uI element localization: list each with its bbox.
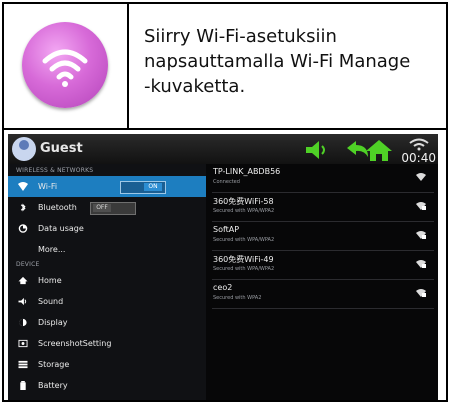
storage-icon [18,360,28,369]
sidebar-item-storage[interactable]: Storage [8,354,206,375]
sidebar-item-data-usage[interactable]: Data usage [8,218,206,239]
sidebar-item-label: Wi-Fi [38,182,58,191]
sidebar-item-more[interactable]: More... [8,239,206,260]
network-status: Secured with WPA/WPA2 [213,208,275,214]
wifi-lock-icon [416,289,426,297]
user-name: Guest [40,141,83,156]
icon-cell [4,4,129,128]
battery-icon [20,381,26,390]
wifi-icon [18,182,28,191]
sidebar-item-battery[interactable]: Battery [8,375,206,396]
bluetooth-toggle[interactable]: OFF [90,202,136,215]
toggle-state: OFF [93,204,111,212]
sidebar-item-label: More... [38,245,66,254]
wifi-lock-icon [416,260,426,268]
android-settings-screenshot: Guest 00:40 WIRELESS & NETWORKS Wi-Fi ON… [8,134,438,400]
sidebar-item-screenshot[interactable]: ScreenshotSetting [8,333,206,354]
sidebar-item-label: Sound [38,297,64,306]
wifi-lock-icon [416,231,426,239]
bluetooth-icon [20,203,26,212]
network-item[interactable]: 360免费WiFi-58 Secured with WPA/WPA2 [212,193,434,222]
wifi-toggle[interactable]: ON [120,181,166,194]
volume-icon[interactable] [304,138,330,162]
instruction-text: Siirry Wi-Fi-asetuksiin napsauttamalla W… [144,24,442,99]
home-nav-icon[interactable] [364,138,394,162]
screenshot-icon [18,339,28,348]
sidebar-item-bluetooth[interactable]: Bluetooth OFF [8,197,206,218]
wifi-status-icon [409,138,429,151]
sidebar-item-label: Storage [38,360,70,369]
settings-sidebar: WIRELESS & NETWORKS Wi-Fi ON Bluetooth O… [8,164,206,400]
home-icon [18,276,28,285]
sidebar-item-label: Bluetooth [38,203,77,212]
network-item[interactable]: TP-LINK_ABDB56 Connected [212,164,434,193]
network-item[interactable]: ceo2 Secured with WPA2 [212,280,434,309]
network-item[interactable]: SoftAP Secured with WPA/WPA2 [212,222,434,251]
sidebar-item-display[interactable]: Display [8,312,206,333]
section-device: DEVICE [16,261,40,268]
network-name: ceo2 [213,283,233,292]
wifi-symbol-icon [42,49,88,87]
network-status: Secured with WPA/WPA2 [213,266,275,272]
network-name: 360免费WiFi-49 [213,255,274,264]
display-icon [19,318,27,327]
instruction-line: -kuvaketta. [144,76,246,97]
data-usage-icon [18,224,28,233]
sidebar-item-label: Battery [38,381,68,390]
network-status: Secured with WPA2 [213,295,262,301]
sidebar-item-home[interactable]: Home [8,270,206,291]
user-avatar-icon[interactable] [12,137,36,161]
sidebar-item-wifi[interactable]: Wi-Fi ON [8,176,206,197]
network-name: 360免费WiFi-58 [213,197,274,206]
network-status: Secured with WPA/WPA2 [213,237,275,243]
wifi-network-list: TP-LINK_ABDB56 Connected 360免费WiFi-58 Se… [206,164,438,400]
sidebar-item-label: Data usage [38,224,84,233]
network-status: Connected [213,179,240,185]
network-name: SoftAP [213,225,240,234]
sidebar-item-label: ScreenshotSetting [38,339,112,348]
sidebar-item-label: Home [38,276,62,285]
network-item[interactable]: 360免费WiFi-49 Secured with WPA/WPA2 [212,251,434,280]
wifi-signal-icon [416,173,426,181]
clock: 00:40 [401,151,436,165]
sidebar-item-sound[interactable]: Sound [8,291,206,312]
instruction-line: Siirry Wi-Fi-asetuksiin [144,26,337,47]
instruction-row: Siirry Wi-Fi-asetuksiin napsauttamalla W… [4,4,446,130]
section-wireless: WIRELESS & NETWORKS [16,167,94,174]
sidebar-item-label: Display [38,318,68,327]
wifi-manage-icon[interactable] [22,22,108,108]
status-icons: 00:40 [304,137,438,165]
instruction-line: napsauttamalla Wi-Fi Manage [144,51,411,72]
network-name: TP-LINK_ABDB56 [213,167,281,176]
sound-icon [18,297,27,306]
wifi-lock-icon [416,202,426,210]
toggle-state: ON [144,183,162,191]
status-bar: Guest 00:40 [8,134,438,165]
